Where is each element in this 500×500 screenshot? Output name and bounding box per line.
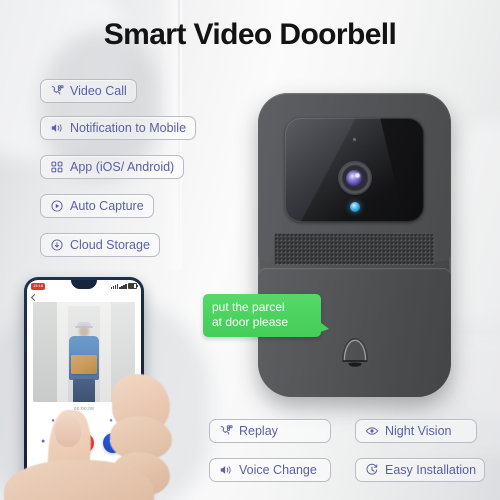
feed-wall-left	[33, 302, 58, 402]
call-secondary-controls: ● ●	[27, 411, 141, 427]
feature-pill-app[interactable]: App (iOS/ Android)	[40, 155, 185, 179]
courier-trousers	[73, 379, 95, 402]
signal-bars-icon-2	[119, 283, 127, 289]
bell-button[interactable]	[335, 330, 375, 372]
feature-label: Notification to Mobile	[70, 120, 187, 135]
feature-label: Night Vision	[385, 423, 452, 438]
install-icon	[365, 463, 379, 477]
battery-icon	[128, 283, 138, 289]
feature-label: Voice Change	[239, 462, 317, 477]
page-title: Smart Video Doorbell	[103, 18, 397, 51]
feature-pill-voice-change[interactable]: Voice Change	[209, 458, 331, 482]
speech-bubble: put the parcel at door please	[203, 294, 329, 337]
feature-pill-night-vision[interactable]: Night Vision	[355, 419, 477, 443]
doorbell-camera-face	[285, 118, 424, 222]
phone-hangup-icon[interactable]	[74, 433, 94, 453]
feature-label: Video Call	[70, 83, 127, 98]
speech-bubble-tail	[320, 322, 329, 332]
video-call-icon	[219, 424, 233, 438]
courier-person	[67, 322, 101, 402]
feed-wall-right	[110, 302, 135, 402]
phone-screen: 15:18 00:00:08 ● ● ●	[27, 280, 141, 500]
feature-pill-notification-to-mobile[interactable]: Notification to Mobile	[40, 116, 197, 140]
speech-bubble-line-2: at door please	[212, 315, 289, 329]
microphone-hole-icon	[353, 138, 356, 141]
mic-mute-icon[interactable]: ●	[49, 417, 57, 425]
self-view-thumbnail[interactable]	[120, 396, 134, 410]
feature-pill-video-call[interactable]: Video Call	[40, 79, 137, 103]
speaker-grill	[274, 233, 435, 265]
play-circle-icon	[50, 199, 64, 213]
feature-pill-easy-installation[interactable]: Easy Installation	[355, 458, 485, 482]
phone-answer-icon[interactable]	[103, 433, 123, 453]
speech-bubble-line-1: put the parcel	[212, 300, 285, 314]
feature-pill-replay[interactable]: Replay	[209, 419, 331, 443]
speaker-small-icon[interactable]: ●	[107, 417, 115, 425]
phone-status-bar: 15:18	[27, 280, 141, 292]
led-indicator	[349, 202, 360, 212]
feature-label: Cloud Storage	[70, 237, 150, 252]
speaker-icon	[50, 121, 64, 135]
signal-bars-icon	[110, 283, 118, 289]
feature-label: Easy Installation	[385, 462, 477, 477]
camera-icon[interactable]: ●	[41, 438, 48, 445]
eye-icon	[365, 424, 379, 438]
promo-image: Smart Video Doorbell Video Call Notifica…	[0, 0, 500, 500]
camera-lens	[338, 162, 371, 194]
phone-back-row[interactable]	[27, 292, 141, 302]
chevron-left-icon[interactable]	[30, 293, 39, 301]
feature-label: App (iOS/ Android)	[70, 159, 175, 174]
video-call-icon	[50, 84, 64, 98]
status-indicators	[110, 283, 138, 289]
apps-grid-icon	[50, 160, 64, 174]
feature-pill-cloud-storage[interactable]: Cloud Storage	[40, 233, 160, 257]
call-controls: ●	[27, 427, 141, 467]
speaker-icon	[219, 463, 233, 477]
video-feed	[33, 302, 135, 402]
parcel-box	[71, 355, 97, 374]
cloud-download-icon	[50, 238, 64, 252]
status-time: 15:18	[31, 282, 46, 290]
lens-iris	[346, 169, 363, 187]
feature-label: Replay	[239, 423, 278, 438]
feature-label: Auto Capture	[70, 198, 144, 213]
smartphone: 15:18 00:00:08 ● ● ●	[24, 277, 144, 500]
doorbell-device	[258, 93, 451, 397]
feature-pill-auto-capture[interactable]: Auto Capture	[40, 194, 154, 218]
